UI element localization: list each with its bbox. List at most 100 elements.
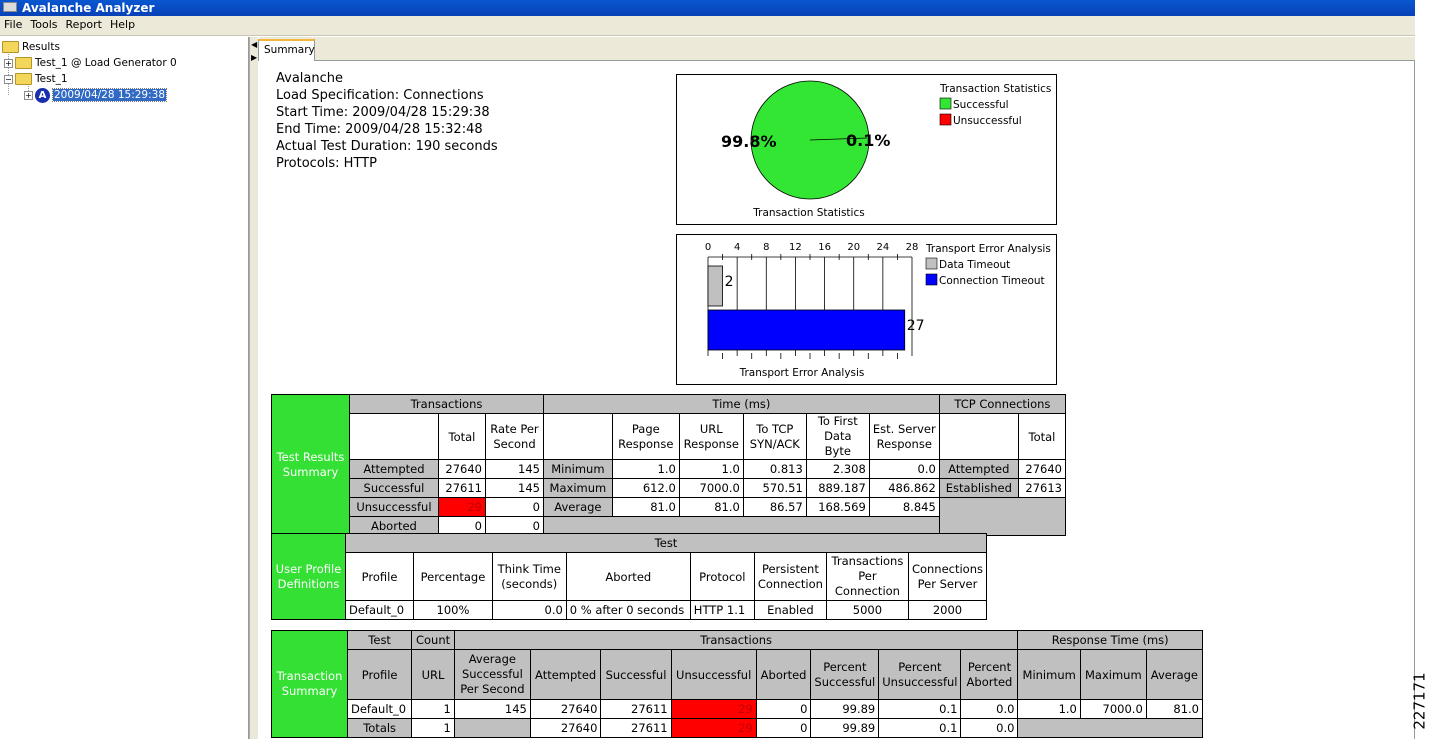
test-summary-info: Avalanche Load Specification: Connection… <box>276 70 498 172</box>
bar-chart-title: Transport Error Analysis <box>739 367 865 379</box>
bar-chart-svg: Transport Error Analysis Transport Error… <box>705 242 1051 379</box>
cell-value: 27640 <box>1017 459 1067 479</box>
cell-value: 27611 <box>437 478 486 498</box>
legend-label-connection-timeout: Connection Timeout <box>939 275 1045 287</box>
col-header-page-response: Page Response <box>611 413 680 460</box>
summary-duration: Actual Test Duration: 190 seconds <box>276 139 498 154</box>
legend-swatch-connection-timeout <box>925 273 938 286</box>
col-header: Profile <box>346 649 413 700</box>
row-label: Attempted <box>349 459 439 479</box>
cell-value: 2000 <box>907 600 988 620</box>
tree-item-results[interactable]: Results <box>2 39 60 55</box>
x-tick-label: 0 <box>705 242 711 253</box>
cell-value: 0.0 <box>491 600 567 620</box>
menu-report[interactable]: Report <box>62 16 106 31</box>
cell-value: 81.0 <box>1145 699 1204 719</box>
row-label: Established <box>938 478 1019 498</box>
bar-data-label: 27 <box>907 318 925 334</box>
bar-legend-title: Transport Error Analysis <box>925 243 1051 255</box>
group-header-time: Time (ms) <box>542 394 940 414</box>
cell-value: 0.0 <box>868 459 940 479</box>
collapse-left-arrow-icon[interactable]: ◀ <box>251 41 257 49</box>
cell-value: 5000 <box>825 600 909 620</box>
collapse-icon[interactable]: − <box>4 74 13 84</box>
col-header: Minimum <box>1017 649 1081 700</box>
x-tick-label: 28 <box>906 242 919 253</box>
cell-value-error: 29 <box>670 718 757 738</box>
menu-file[interactable]: File <box>0 16 26 31</box>
cell-value: Default_0 <box>346 699 413 719</box>
side-label-user-profile: User Profile Definitions <box>271 533 346 620</box>
tab-summary[interactable]: Summary <box>258 39 315 61</box>
cell-value: 0.1 <box>878 699 962 719</box>
panel-splitter[interactable]: ◀ ▶ <box>249 37 258 739</box>
col-header: Percent Successful <box>810 649 880 700</box>
col-header: URL <box>411 649 455 700</box>
folder-icon <box>15 57 32 69</box>
menu-bar: File Tools Report Help <box>0 16 1415 36</box>
open-folder-icon <box>2 41 19 53</box>
summary-end-time: End Time: 2009/04/28 15:32:48 <box>276 122 483 137</box>
cell-value: 27640 <box>529 699 602 719</box>
cell-value: 27611 <box>600 699 672 719</box>
col-header: Maximum <box>1079 649 1147 700</box>
results-tree[interactable]: Results + Test_1 @ Load Generator 0 − Test… <box>0 37 249 739</box>
cell-value: 99.89 <box>810 718 880 738</box>
legend-label-successful: Successful <box>953 99 1009 111</box>
cell-value: 0.0 <box>960 718 1019 738</box>
expand-icon[interactable]: + <box>4 58 13 68</box>
cell-value-error: 29 <box>437 497 486 517</box>
transaction-statistics-chart: 99.8% 0.1% Transaction Statistics Transa… <box>676 74 1057 225</box>
test-results-summary-table: Test Results Summary Transactions Time (… <box>271 394 1067 536</box>
cell-value: Enabled <box>753 600 827 620</box>
col-header: Average <box>1145 649 1204 700</box>
menu-help[interactable]: Help <box>106 16 139 31</box>
col-header: Unsuccessful <box>670 649 757 700</box>
col-header: Protocol <box>689 552 755 601</box>
col-header: Transactions Per Connection <box>825 552 909 601</box>
cell-value: 145 <box>484 459 544 479</box>
cell-value: 27611 <box>600 718 672 738</box>
bar-connection-timeout <box>707 309 906 351</box>
user-profile-definitions-table: User Profile Definitions Test Profile Pe… <box>271 533 988 620</box>
col-header: Think Time (seconds) <box>491 552 567 601</box>
col-header-url-response: URL Response <box>678 413 744 460</box>
cell-value: 81.0 <box>611 497 680 517</box>
cell-value: 0 <box>755 718 812 738</box>
cell-value: 1 <box>411 718 455 738</box>
row-label: Successful <box>349 478 439 498</box>
cell-value: 1 <box>411 699 455 719</box>
avalanche-run-icon: A <box>35 87 50 103</box>
app-icon <box>3 2 17 12</box>
tree-item-load-generator[interactable]: + Test_1 @ Load Generator 0 <box>4 55 177 71</box>
menu-tools[interactable]: Tools <box>26 16 61 31</box>
cell-value: 0 <box>755 699 812 719</box>
legend-label-unsuccessful: Unsuccessful <box>953 115 1022 127</box>
col-header: Average Successful Per Second <box>453 649 531 700</box>
tab-bar <box>259 37 1415 61</box>
col-header-tcp-synack: To TCP SYN/ACK <box>742 413 807 460</box>
x-tick-label: 4 <box>734 242 740 253</box>
expand-right-arrow-icon[interactable]: ▶ <box>251 54 257 62</box>
x-tick-label: 12 <box>789 242 802 253</box>
x-tick-label: 20 <box>847 242 860 253</box>
expand-icon[interactable]: + <box>24 90 33 100</box>
col-header: Profile <box>344 552 415 601</box>
pie-label-unsuccessful: 0.1% <box>846 131 890 150</box>
cell-value: 99.89 <box>810 699 880 719</box>
bar-data-timeout <box>707 265 723 307</box>
col-header: Percentage <box>413 552 493 601</box>
cell-value: 1.0 <box>611 459 680 479</box>
legend-label-data-timeout: Data Timeout <box>939 259 1010 271</box>
col-header: Connections Per Server <box>907 552 988 601</box>
tree-item-test-1[interactable]: − Test_1 <box>4 71 68 87</box>
group-header-test: Test <box>346 630 413 650</box>
col-header: Aborted <box>565 552 691 601</box>
cell-value: 81.0 <box>678 497 744 517</box>
cell-value: 1.0 <box>678 459 744 479</box>
row-label: Maximum <box>542 478 613 498</box>
x-tick-label: 8 <box>763 242 769 253</box>
cell-value: 486.862 <box>868 478 940 498</box>
cell-value: HTTP 1.1 <box>689 600 755 620</box>
tree-item-run[interactable]: + A 2009/04/28 15:29:38 <box>24 87 168 103</box>
